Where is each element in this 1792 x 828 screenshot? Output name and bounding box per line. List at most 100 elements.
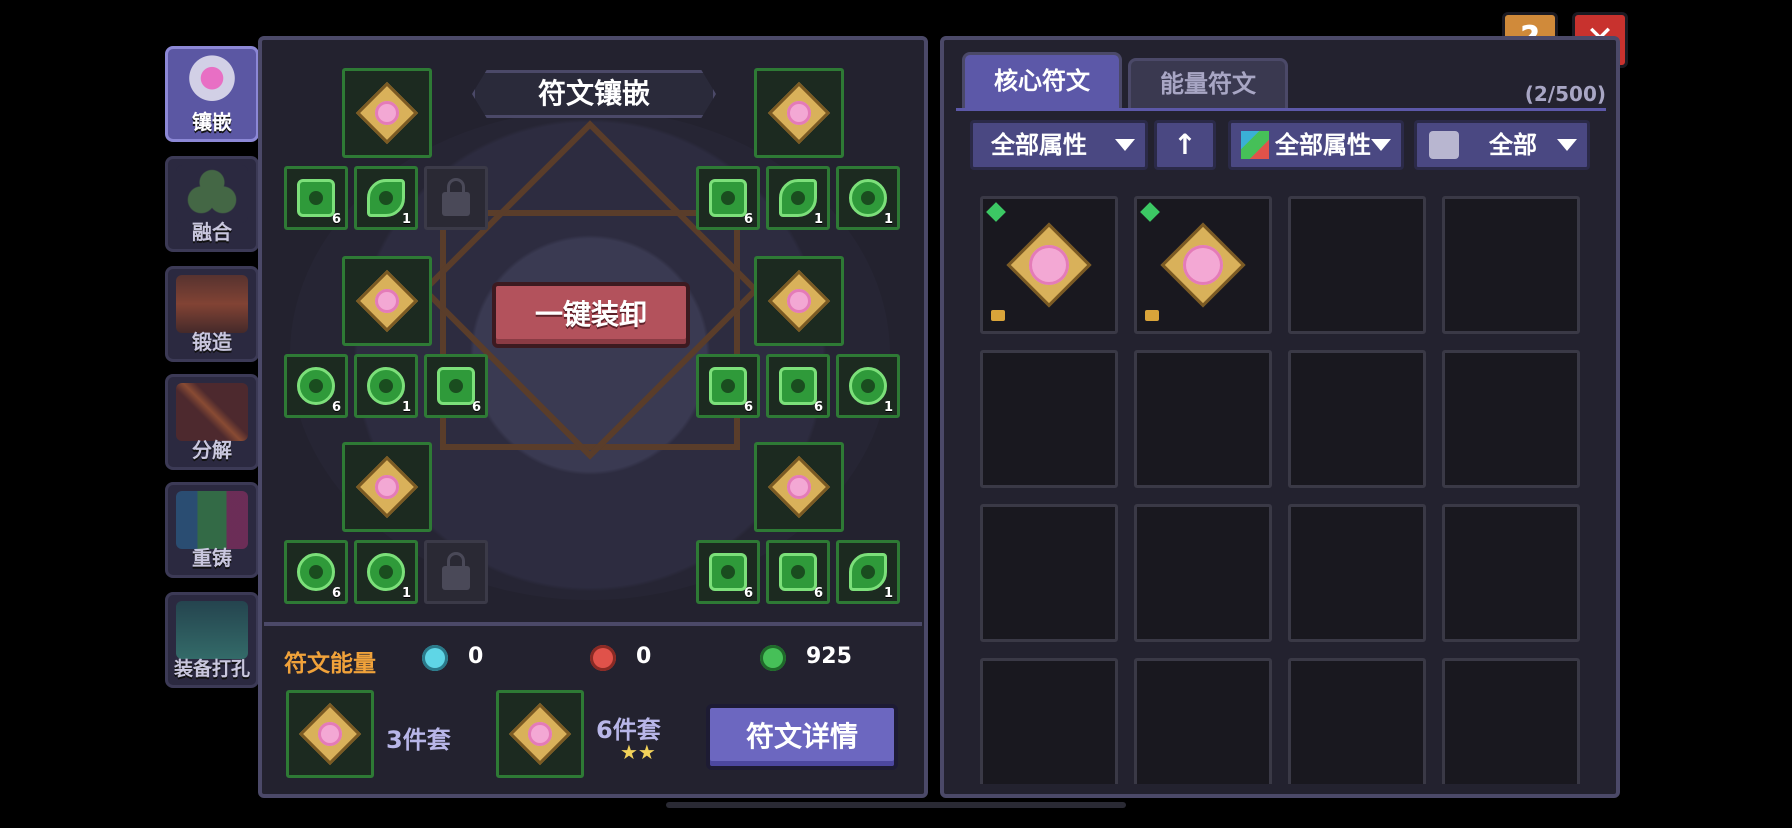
panel-divider [264,622,922,626]
empty-inventory-slot[interactable] [980,350,1118,488]
energy-rune-slot[interactable]: 6 [284,166,348,230]
empty-inventory-slot[interactable] [1288,196,1426,334]
energy-rune-icon [709,553,747,591]
empty-inventory-slot[interactable] [1442,658,1580,784]
rune-count: 6 [331,400,341,415]
energy-rune-slot[interactable]: 6 [696,540,760,604]
rune-count-label: (2/500) [1524,82,1606,106]
attribute-filter-dropdown[interactable]: 全部属性 [970,120,1148,170]
empty-inventory-slot[interactable] [1134,350,1272,488]
energy-rune-slot[interactable]: 1 [354,540,418,604]
energy-rune-icon [297,367,335,405]
blue-energy-icon [422,645,448,671]
inlay-icon [176,55,248,113]
lock-icon [1145,310,1159,321]
energy-rune-icon [779,179,817,217]
energy-rune-slot[interactable]: 1 [836,354,900,418]
tab-core-runes[interactable]: 核心符文 [962,52,1122,108]
rune-count: 6 [813,586,823,601]
green-energy-icon [760,645,786,671]
unequip-all-button[interactable]: 一键装卸 [492,282,690,348]
core-rune-icon [1006,222,1092,308]
lock-icon [991,310,1005,321]
rune-energy-label: 符文能量 [284,651,376,677]
locked-rune-slot[interactable] [424,540,488,604]
core-rune-icon [355,455,419,519]
empty-inventory-slot[interactable] [1288,350,1426,488]
green-gem-badge-icon [986,202,1006,222]
scrollbar[interactable] [666,802,1126,808]
energy-rune-slot[interactable]: 1 [766,166,830,230]
inventory-item[interactable] [1134,196,1272,334]
filter-bar-divider [956,108,1606,111]
color-attribute-filter-dropdown[interactable]: 全部属性 [1228,120,1404,170]
side-tab-recast[interactable]: 重铸 [165,482,259,578]
set-3-label: 3件套 [386,726,451,754]
core-rune-slot-6[interactable] [754,442,844,532]
set-6-rune-slot[interactable] [496,690,584,778]
core-rune-slot-5[interactable] [754,256,844,346]
side-tab-socket[interactable]: 装备打孔 [165,592,259,688]
empty-inventory-slot[interactable] [1134,658,1272,784]
energy-rune-slot[interactable]: 6 [696,354,760,418]
energy-rune-slot[interactable]: 6 [696,166,760,230]
rune-count: 1 [883,400,893,415]
energy-rune-slot[interactable]: 6 [766,354,830,418]
core-rune-slot-1[interactable] [342,68,432,158]
empty-inventory-slot[interactable] [1288,658,1426,784]
energy-rune-icon [367,179,405,217]
core-rune-icon [1160,222,1246,308]
empty-inventory-slot[interactable] [980,658,1118,784]
energy-rune-slot[interactable]: 1 [354,166,418,230]
energy-rune-slot[interactable]: 1 [836,166,900,230]
rune-count: 1 [883,586,893,601]
core-rune-slot-3[interactable] [342,442,432,532]
side-tab-label: 分解 [192,438,232,462]
core-rune-slot-2[interactable] [342,256,432,346]
energy-rune-icon [367,553,405,591]
side-tab-decompose[interactable]: 分解 [165,374,259,470]
energy-rune-slot[interactable]: 6 [424,354,488,418]
panel-title: 符文镶嵌 [472,70,716,118]
socket-icon [176,601,248,659]
rune-count: 6 [331,212,341,227]
rune-details-button[interactable]: 符文详情 [706,704,898,770]
empty-inventory-slot[interactable] [1442,196,1580,334]
core-rune-icon [298,702,362,766]
side-tab-inlay[interactable]: 镶嵌 [165,46,259,142]
rune-count: 1 [401,400,411,415]
energy-rune-slot[interactable]: 6 [284,540,348,604]
locked-rune-slot[interactable] [424,166,488,230]
energy-rune-slot[interactable]: 6 [766,540,830,604]
type-filter-dropdown[interactable]: 全部 [1414,120,1590,170]
empty-inventory-slot[interactable] [1134,504,1272,642]
energy-rune-slot[interactable]: 1 [836,540,900,604]
inventory-grid [956,176,1606,784]
empty-inventory-slot[interactable] [1442,504,1580,642]
rune-count: 1 [813,212,823,227]
energy-rune-slot[interactable]: 6 [284,354,348,418]
inventory-item[interactable] [980,196,1118,334]
empty-inventory-slot[interactable] [1288,504,1426,642]
empty-inventory-slot[interactable] [980,504,1118,642]
fusion-icon [176,165,248,223]
type-filter-value: 全部 [1489,131,1537,159]
forge-icon [176,275,248,333]
rune-count: 6 [813,400,823,415]
energy-rune-slot[interactable]: 1 [354,354,418,418]
robot-icon [1429,131,1459,159]
energy-rune-icon [709,367,747,405]
core-rune-icon [508,702,572,766]
sort-order-button[interactable]: ↑ [1154,120,1216,170]
side-tab-fusion[interactable]: 融合 [165,156,259,252]
recast-icon [176,491,248,549]
side-tab-forge[interactable]: 锻造 [165,266,259,362]
tab-energy-runes[interactable]: 能量符文 [1128,58,1288,108]
attribute-filter-value: 全部属性 [991,131,1087,159]
set-3-rune-slot[interactable] [286,690,374,778]
core-rune-icon [767,269,831,333]
lock-icon [442,552,470,590]
core-rune-slot-4[interactable] [754,68,844,158]
empty-inventory-slot[interactable] [1442,350,1580,488]
side-tab-label: 融合 [192,220,232,244]
